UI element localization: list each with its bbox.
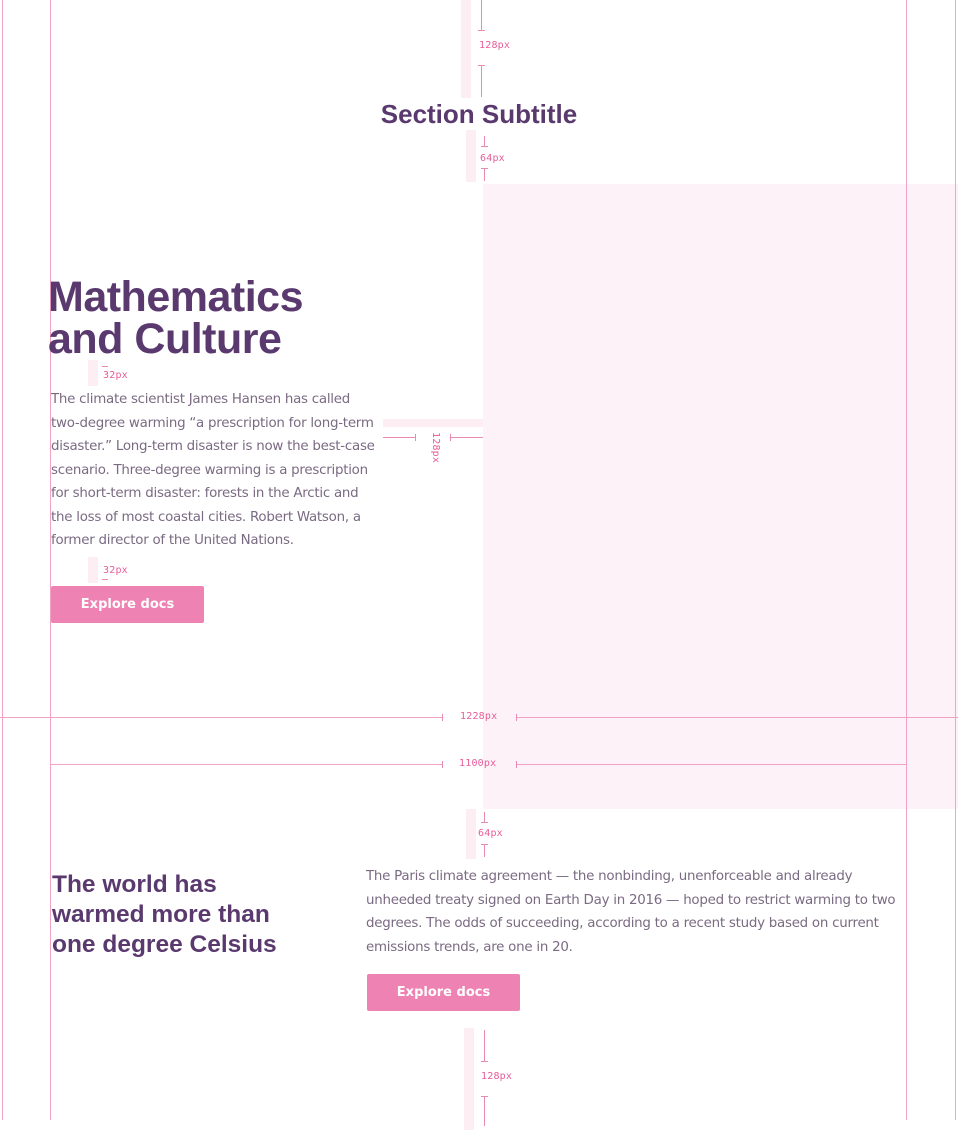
hero-paragraph: The climate scientist James Hansen has c… xyxy=(51,388,381,553)
hero-paragraph-line: scenario. Three-degree warming is a pres… xyxy=(51,462,368,478)
feature-title: The world has warmed more than one degre… xyxy=(52,870,277,960)
top-spacing-label: 128px xyxy=(479,40,511,51)
feature-spacing-bottom-tick-lower xyxy=(484,1096,485,1126)
feature-spacing-bottom-block xyxy=(464,1028,474,1130)
feature-spacing-top-cap-upper xyxy=(481,822,488,823)
hero-paragraph-line: for short-term disaster: forests in the … xyxy=(51,486,359,501)
hero-paragraph-line: former director of the United Nations. xyxy=(51,533,294,548)
hero-paragraph-line: two-degree warming “a prescription for l… xyxy=(51,415,374,431)
top-spacing-cap-upper xyxy=(478,30,485,31)
inner-width-cap-left xyxy=(442,761,443,768)
top-spacing-block xyxy=(461,0,471,98)
inner-width-label: 1100px xyxy=(459,758,497,769)
top-spacing-tick-lower xyxy=(481,65,482,97)
inner-right-guide xyxy=(906,0,907,1120)
feature-spacing-top-tick-upper xyxy=(484,812,485,822)
hero-gutter-label: 128px xyxy=(430,432,441,464)
hero-title: Mathematics and Culture xyxy=(48,273,303,363)
outer-left-guide xyxy=(2,0,3,1120)
feature-paragraph-line: emissions trends, are one in 20. xyxy=(366,939,573,955)
outer-width-line-right xyxy=(517,717,958,718)
hero-title-line: and Culture xyxy=(48,315,282,363)
feature-paragraph-line: degrees. The odds of succeeding, accordi… xyxy=(366,916,879,931)
feature-paragraph-line: unheeded treaty signed on Earth Day in 2… xyxy=(366,892,896,908)
subtitle-spacing-tick-lower xyxy=(484,168,485,181)
outer-width-label: 1228px xyxy=(460,711,498,722)
inner-left-guide xyxy=(50,0,51,1120)
hero-paragraph-spacing-label: 32px xyxy=(103,565,128,576)
subtitle-spacing-tick-upper xyxy=(484,136,485,146)
feature-paragraph-line: The Paris climate agreement — the nonbin… xyxy=(366,869,853,884)
hero-paragraph-line: disaster.” Long-term disaster is now the… xyxy=(51,439,375,454)
inner-width-line-left xyxy=(51,764,442,765)
inner-width-line-right xyxy=(517,764,906,765)
feature-spacing-bottom-label: 128px xyxy=(481,1071,513,1082)
subtitle-spacing-label: 64px xyxy=(480,153,505,164)
hero-paragraph-line: the loss of most coastal cities. Robert … xyxy=(51,509,361,525)
media-placeholder xyxy=(483,184,958,809)
hero-title-line: Mathematics xyxy=(48,273,303,321)
outer-width-line-left xyxy=(0,717,442,718)
feature-title-line: The world has xyxy=(52,871,217,898)
feature-explore-button[interactable]: Explore docs xyxy=(367,974,520,1011)
hero-title-spacing-cap xyxy=(102,366,108,367)
feature-spacing-top-label: 64px xyxy=(478,828,503,839)
feature-title-line: one degree Celsius xyxy=(52,931,277,958)
hero-paragraph-spacing-cap xyxy=(102,579,108,580)
subtitle-spacing-block xyxy=(466,130,476,182)
outer-width-cap-left xyxy=(442,714,443,721)
feature-spacing-top-block xyxy=(466,809,476,859)
hero-gutter-line-left xyxy=(383,437,416,438)
hero-gutter-line-right xyxy=(451,437,483,438)
feature-title-line: warmed more than xyxy=(52,901,270,928)
feature-spacing-bottom-tick-upper xyxy=(484,1030,485,1061)
subtitle-spacing-cap-upper xyxy=(481,146,488,147)
top-spacing-tick-upper xyxy=(481,0,482,30)
hero-title-spacing-block xyxy=(88,360,98,386)
feature-spacing-top-tick-lower xyxy=(484,844,485,857)
hero-gutter-cap-left xyxy=(415,434,416,441)
outer-right-guide xyxy=(955,0,956,1120)
section-subtitle: Section Subtitle xyxy=(380,99,578,129)
hero-paragraph-line: The climate scientist James Hansen has c… xyxy=(51,392,351,407)
feature-paragraph: The Paris climate agreement — the nonbin… xyxy=(366,865,906,959)
hero-explore-button[interactable]: Explore docs xyxy=(51,586,204,623)
feature-spacing-bottom-cap-upper xyxy=(481,1061,488,1062)
hero-gutter-block xyxy=(383,419,483,427)
hero-title-spacing-label: 32px xyxy=(103,370,128,381)
hero-paragraph-spacing-block xyxy=(88,557,98,583)
